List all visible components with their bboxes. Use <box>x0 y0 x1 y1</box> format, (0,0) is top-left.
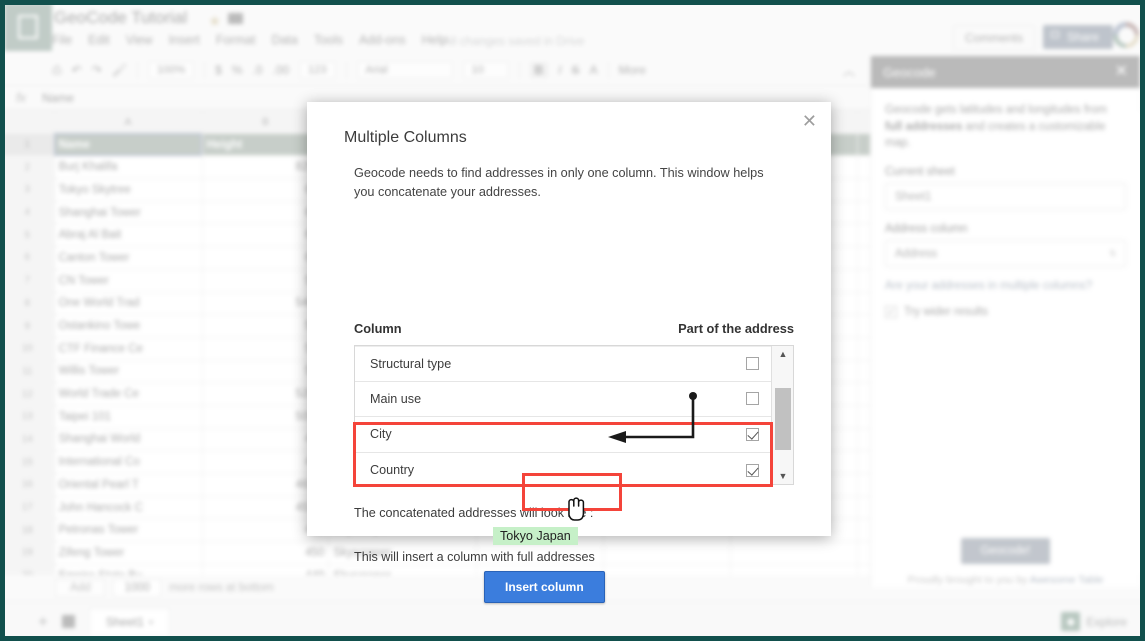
column-list-item[interactable]: Main use <box>355 382 772 417</box>
column-checkbox-list[interactable]: Structural type Main use City Country ▲ ▼ <box>354 345 794 485</box>
mouse-cursor-pointer <box>568 497 585 521</box>
dialog-title: Multiple Columns <box>344 129 467 146</box>
scroll-down-icon[interactable]: ▼ <box>772 468 794 484</box>
part-of-address-header: Part of the address <box>678 321 794 336</box>
column-list-inner: Structural type Main use City Country <box>355 346 772 484</box>
column-list-item-label: City <box>370 427 392 442</box>
column-list-item-label: Country <box>370 463 415 478</box>
column-list-item-label: Main use <box>370 391 422 406</box>
insert-column-button[interactable]: Insert column <box>484 571 605 603</box>
column-list-header: Column <box>354 321 402 336</box>
part-of-address-checkbox[interactable] <box>746 392 759 406</box>
column-list-item[interactable]: City <box>355 417 772 453</box>
column-list-item[interactable]: Country <box>355 453 772 489</box>
part-of-address-checkbox[interactable] <box>746 427 759 441</box>
multiple-columns-dialog: ✕ Multiple Columns Geocode needs to find… <box>307 102 831 603</box>
part-of-address-checkbox[interactable] <box>746 463 759 477</box>
dialog-list-headers: Column Part of the address <box>354 321 794 336</box>
dialog-description: Geocode needs to find addresses in only … <box>354 166 764 200</box>
dialog-close-icon[interactable]: ✕ <box>802 112 817 130</box>
part-of-address-checkbox[interactable] <box>746 357 759 371</box>
scroll-up-icon[interactable]: ▲ <box>772 346 794 362</box>
column-list-item[interactable]: Structural type <box>355 346 772 382</box>
scrollbar-thumb[interactable] <box>775 388 791 450</box>
column-list-item-label: Structural type <box>370 356 452 371</box>
concatenation-preview-label: The concatenated addresses will look lik… <box>354 506 594 520</box>
list-scrollbar[interactable]: ▲ ▼ <box>771 346 793 484</box>
sample-address-value: Tokyo Japan <box>493 527 578 545</box>
insert-column-note: This will insert a column with full addr… <box>354 550 595 564</box>
